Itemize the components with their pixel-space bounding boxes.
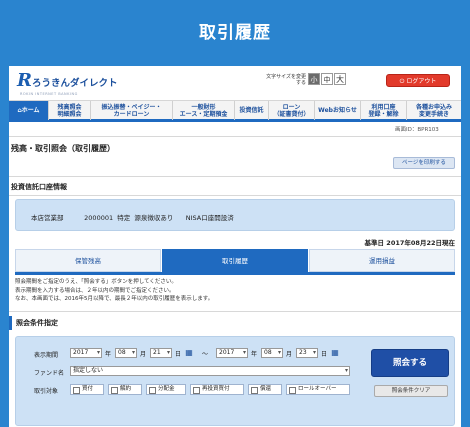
from-day-select[interactable]: 21 (150, 348, 172, 358)
notice-line: 表示期間を入力する場合は、２年以内の期間でご指定ください。 (15, 287, 175, 294)
nav-account-registration[interactable]: 利用口座 登録・解除 (361, 101, 407, 120)
app-header: R ろうきんダイレクト ROKIN INTERNET BANKING 文字サイズ… (9, 66, 461, 98)
divider (9, 311, 461, 312)
tab-history[interactable]: 取引履歴 (162, 249, 308, 272)
screen-id: 画面ID：BPR103 (395, 127, 439, 133)
print-page-button[interactable]: ページを印刷する (393, 157, 455, 169)
calendar-icon[interactable]: ▦ (184, 348, 194, 358)
tab-underline (15, 272, 455, 275)
font-size-label: 文字サイズを変更する (266, 74, 306, 86)
unit-day: 日 (175, 351, 182, 358)
period-label: 表示期間 (34, 352, 59, 359)
nav-transfer[interactable]: 振込振替・ペイジー・ カードローン (91, 101, 173, 120)
calendar-icon[interactable]: ▦ (330, 348, 340, 358)
from-month-select[interactable]: 08 (115, 348, 137, 358)
to-day-select[interactable]: 23 (296, 348, 318, 358)
tab-holdings[interactable]: 保管残高 (15, 249, 161, 272)
divider (9, 195, 461, 196)
nav-web-notice[interactable]: Webお知らせ (315, 101, 361, 120)
logo-text: ろうきんダイレクト (32, 78, 118, 89)
tab-pnl[interactable]: 運用損益 (309, 249, 455, 272)
nav-balance[interactable]: 残高照会 明細照会 (49, 101, 91, 120)
nav-deposit[interactable]: 一般財形 エース・定期預金 (173, 101, 235, 120)
type-checkbox-buy[interactable]: 買付 (70, 384, 104, 395)
tab-bar: 保管残高 取引履歴 運用損益 (15, 249, 455, 273)
nav-home[interactable]: ⌂ ホーム (9, 101, 49, 120)
type-checkbox-redemption[interactable]: 償還 (248, 384, 282, 395)
search-submit-button[interactable]: 照会する (371, 349, 449, 377)
type-checkbox-rollover[interactable]: ロールオーバー (286, 384, 350, 395)
logout-label: ログアウト (406, 78, 437, 85)
unit-month: 月 (140, 351, 147, 358)
unit-day: 日 (321, 351, 328, 358)
font-size-small-button[interactable]: 小 (308, 73, 320, 85)
logo-subtitle: ROKIN INTERNET BANKING (20, 92, 78, 96)
type-checkbox-reinvest[interactable]: 再投資買付 (190, 384, 244, 395)
account-section-title: 投資信託口座情報 (11, 183, 67, 191)
notice-text: 照会期間をご指定のうえ、「照会する」ボタンを押してください。 表示期間を入力する… (15, 278, 455, 304)
search-section-title: 照会条件指定 (9, 316, 461, 330)
to-year-select[interactable]: 2017 (216, 348, 248, 358)
divider (9, 136, 461, 137)
account-info-text: 本店営業部 2000001 特定 源泉徴収あり NISA口座開設済 (31, 214, 234, 222)
notice-line: なお、本画面では、2016年5月以降で、最長２年以内の取引履歴を表示します。 (15, 296, 214, 302)
clear-conditions-button[interactable]: 照会条件クリア (374, 385, 448, 397)
search-panel: 表示期間 2017 年 08 月 21 日 ▦ ～ 2017 年 08 月 23… (15, 336, 455, 426)
type-label: 取引対象 (34, 388, 59, 395)
from-year-select[interactable]: 2017 (70, 348, 102, 358)
logout-button[interactable]: ⏻ ログアウト (386, 74, 450, 87)
nav-applications[interactable]: 各種お申込み 変更手続き (407, 101, 461, 120)
main-nav: ⌂ ホーム 残高照会 明細照会 振込振替・ペイジー・ カードローン 一般財形 エー… (9, 100, 461, 122)
notice-line: 照会期間をご指定のうえ、「照会する」ボタンを押してください。 (15, 279, 177, 285)
type-checkbox-sell[interactable]: 解約 (108, 384, 142, 395)
fund-select[interactable]: 指定しない (70, 366, 350, 376)
account-info-panel: 本店営業部 2000001 特定 源泉徴収あり NISA口座開設済 (15, 199, 455, 231)
app-window: R ろうきんダイレクト ROKIN INTERNET BANKING 文字サイズ… (9, 66, 461, 427)
type-checkbox-dividend[interactable]: 分配金 (146, 384, 186, 395)
page-title: 取引履歴 (199, 23, 271, 43)
unit-year: 年 (251, 351, 258, 358)
to-month-select[interactable]: 08 (261, 348, 283, 358)
nav-home-label: ホーム (21, 107, 40, 114)
unit-year: 年 (105, 351, 112, 358)
fund-label: ファンド名 (34, 370, 65, 377)
nav-investment-trust[interactable]: 投資信託 (235, 101, 269, 120)
unit-month: 月 (286, 351, 293, 358)
range-tilde: ～ (202, 351, 209, 358)
font-size-medium-button[interactable]: 中 (321, 73, 333, 85)
divider (9, 176, 461, 177)
nav-loan[interactable]: ローン （証書貸付） (269, 101, 315, 120)
logo-mark: R (17, 70, 32, 91)
base-date: 基準日 2017年08月22日現在 (364, 239, 455, 247)
section-heading: 残高・取引照会（取引履歴） (11, 144, 115, 153)
font-size-large-button[interactable]: 大 (334, 73, 346, 85)
